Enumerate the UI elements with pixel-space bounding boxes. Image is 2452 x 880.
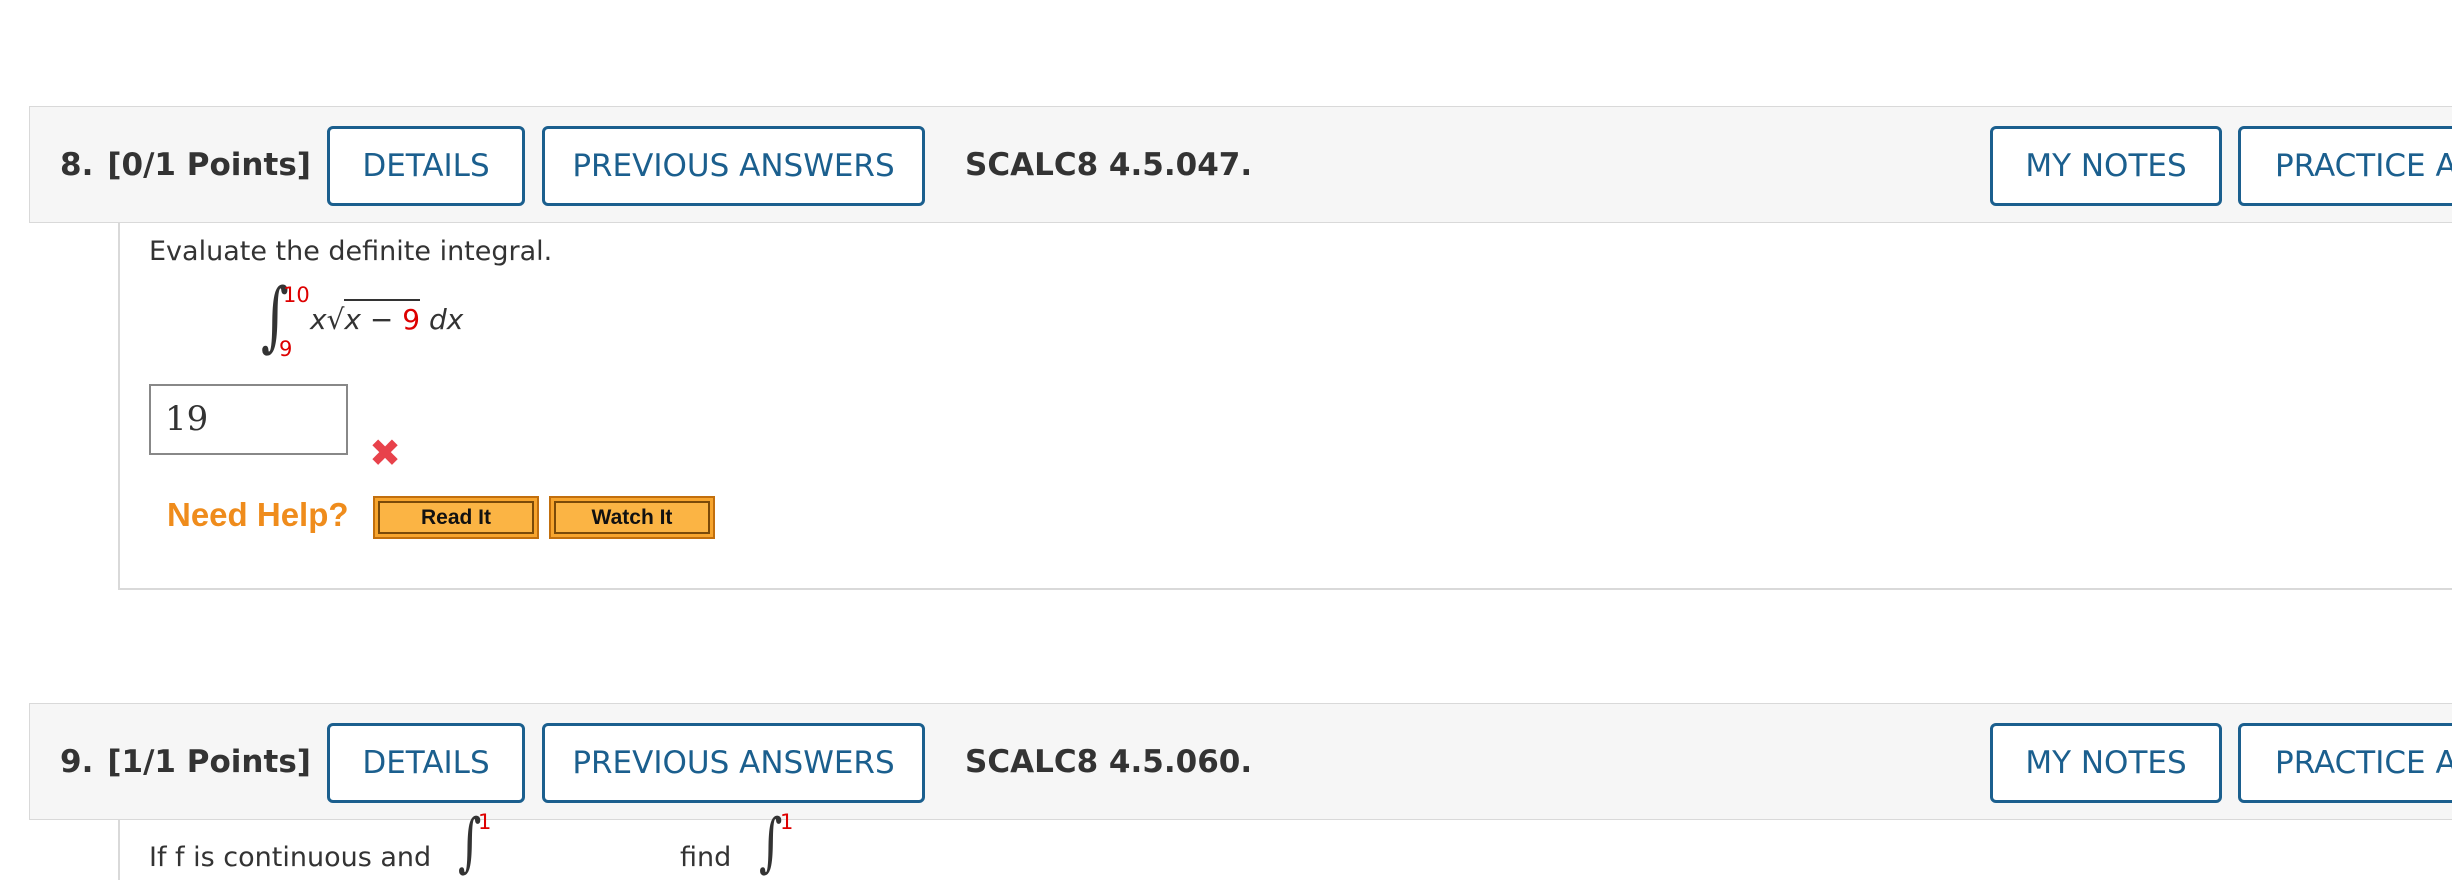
my-notes-button[interactable]: MY NOTES <box>1990 723 2222 803</box>
question-prompt: Evaluate the definite integral. <box>149 236 553 267</box>
question-8-header: 8. [0/1 Points] DETAILS PREVIOUS ANSWERS … <box>29 106 2452 223</box>
radicand: x − 9 <box>344 299 421 336</box>
read-it-label: Read It <box>378 501 534 534</box>
previous-answers-button[interactable]: PREVIOUS ANSWERS <box>542 723 925 803</box>
watch-it-label: Watch It <box>554 501 710 534</box>
read-it-button[interactable]: Read It <box>373 496 539 539</box>
question-8-body: Evaluate the definite integral. ∫ 10 9 x… <box>118 222 2452 590</box>
question-code: SCALC8 4.5.060. <box>965 744 1253 780</box>
question-points: [1/1 Points] <box>107 744 311 780</box>
question-9-label: 9. [1/1 Points] <box>60 704 311 821</box>
practice-another-button[interactable]: PRACTICE A <box>2238 126 2452 206</box>
details-button[interactable]: DETAILS <box>327 723 525 803</box>
my-notes-button[interactable]: MY NOTES <box>1990 126 2222 206</box>
need-help-label: Need Help? <box>167 496 349 533</box>
watch-it-button[interactable]: Watch It <box>549 496 715 539</box>
radicand-op: − <box>369 303 394 336</box>
question-8-label: 8. [0/1 Points] <box>60 107 311 224</box>
definite-integral: ∫ 10 9 x√x − 9 dx <box>255 271 515 372</box>
question-9-header: 9. [1/1 Points] DETAILS PREVIOUS ANSWERS … <box>29 703 2452 820</box>
details-button[interactable]: DETAILS <box>327 126 525 206</box>
wrong-x-icon: ✖ <box>369 431 401 475</box>
prompt-start: If f is continuous and <box>149 842 432 873</box>
upper-limit-2: 1 <box>780 810 794 834</box>
question-number: 8. <box>60 147 94 183</box>
differential: dx <box>429 303 464 336</box>
prompt-find: find <box>680 842 732 873</box>
radical-sign: √ <box>326 303 345 336</box>
upper-limit: 1 <box>478 810 492 834</box>
question-code: SCALC8 4.5.047. <box>965 147 1253 183</box>
question-9-prompt: If f is continuous and <box>149 842 431 873</box>
question-number: 9. <box>60 744 94 780</box>
integrand: x√x − 9 dx <box>310 299 464 336</box>
upper-limit: 10 <box>283 283 310 307</box>
integrand-prefix: x <box>310 303 327 336</box>
previous-answers-button[interactable]: PREVIOUS ANSWERS <box>542 126 925 206</box>
question-9-body: If f is continuous and ∫ 1 find ∫ 1 <box>118 806 2452 880</box>
answer-input[interactable]: 19 <box>149 384 348 455</box>
integral-sign-2: ∫ <box>759 806 783 880</box>
radicand-var: x <box>344 303 361 336</box>
radicand-const: 9 <box>402 303 421 336</box>
lower-limit: 9 <box>279 337 293 361</box>
practice-another-button[interactable]: PRACTICE A <box>2238 723 2452 803</box>
question-points: [0/1 Points] <box>107 147 311 183</box>
